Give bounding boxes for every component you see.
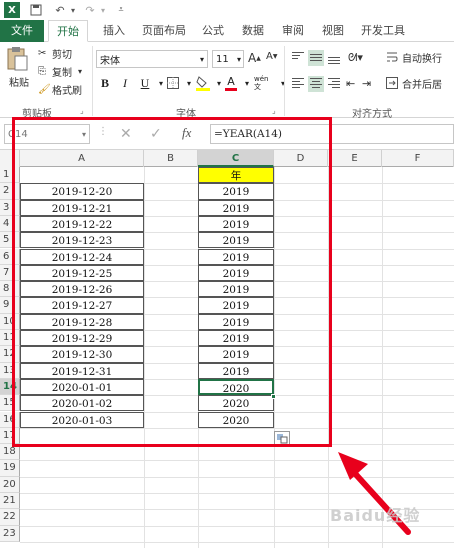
font-name-value: 宋体 bbox=[100, 55, 120, 67]
font-launcher-icon[interactable]: ⌟ bbox=[272, 106, 276, 115]
wrap-text-button[interactable]: 自动换行 bbox=[402, 50, 442, 65]
increase-font-icon[interactable]: A ▲ bbox=[248, 51, 261, 65]
watermark-text: Baidu经验 bbox=[330, 506, 421, 525]
tab-formulas[interactable]: 公式 bbox=[196, 20, 230, 42]
row-header[interactable]: 20 bbox=[0, 476, 20, 493]
italic-button[interactable]: I bbox=[116, 74, 134, 92]
gridline-horizontal bbox=[20, 541, 454, 543]
row-header[interactable]: 22 bbox=[0, 509, 20, 526]
format-painter-button[interactable]: 格式刷 bbox=[52, 82, 82, 97]
copy-dropdown-icon[interactable]: ▾ bbox=[78, 64, 82, 78]
ribbon-tabs: 文件 开始 插入 页面布局 公式 数据 审阅 视图 开发工具 bbox=[0, 20, 454, 42]
clipboard-launcher-icon[interactable]: ⌟ bbox=[80, 106, 84, 115]
excel-logo-icon: X bbox=[4, 2, 20, 18]
copy-button[interactable]: 复制 bbox=[52, 64, 72, 79]
cut-button[interactable]: 剪切 bbox=[52, 46, 72, 61]
tab-developer[interactable]: 开发工具 bbox=[356, 20, 410, 42]
tab-home[interactable]: 开始 bbox=[48, 20, 88, 42]
undo-icon[interactable]: ↶ bbox=[52, 2, 68, 18]
increase-indent-icon[interactable]: ⇥ bbox=[362, 77, 371, 90]
font-name-select[interactable]: 宋体 ▾ bbox=[96, 50, 208, 68]
align-bottom-icon[interactable] bbox=[326, 50, 342, 66]
column-header-f[interactable]: F bbox=[382, 150, 454, 167]
decrease-indent-icon[interactable]: ⇤ bbox=[346, 77, 355, 90]
ribbon: 粘贴 ✂ 剪切 ⎘ 复制 ▾ 🖌 格式刷 剪贴板 ⌟ 宋体 ▾ 11 ▾ A ▲ … bbox=[0, 42, 454, 120]
format-painter-icon: 🖌 bbox=[38, 83, 51, 95]
row-header[interactable]: 21 bbox=[0, 493, 20, 510]
column-header-e[interactable]: E bbox=[328, 150, 382, 167]
align-left-icon[interactable] bbox=[290, 76, 306, 92]
align-right-icon[interactable] bbox=[326, 76, 342, 92]
wrap-text-icon[interactable] bbox=[386, 50, 400, 64]
customize-toolbar-icon[interactable]: ⩡ bbox=[114, 2, 128, 18]
tab-file[interactable]: 文件 bbox=[0, 20, 44, 42]
font-size-select[interactable]: 11 ▾ bbox=[212, 50, 244, 68]
redo-dropdown-icon[interactable]: ▾ bbox=[98, 2, 108, 18]
tab-view[interactable]: 视图 bbox=[316, 20, 350, 42]
align-center-icon[interactable] bbox=[308, 76, 324, 92]
row-header[interactable]: 19 bbox=[0, 460, 20, 477]
title-bar: X ↶ ▾ ↷ ▾ ⩡ bbox=[0, 0, 454, 20]
paste-label[interactable]: 粘贴 bbox=[6, 74, 32, 89]
merge-center-icon[interactable] bbox=[386, 76, 400, 90]
row-header[interactable]: 23 bbox=[0, 525, 20, 542]
annotation-highlight-box bbox=[12, 117, 332, 447]
decrease-font-icon[interactable]: A ▼ bbox=[266, 51, 277, 62]
scissors-icon: ✂ bbox=[38, 47, 47, 59]
chevron-down-icon: ▾ bbox=[199, 54, 204, 64]
phonetic-button[interactable]: wén 文 bbox=[254, 74, 276, 92]
tab-page-layout[interactable]: 页面布局 bbox=[136, 20, 192, 42]
undo-dropdown-icon[interactable]: ▾ bbox=[68, 2, 78, 18]
orientation-icon[interactable]: ᘛ▾ bbox=[348, 51, 363, 65]
tab-data[interactable]: 数据 bbox=[236, 20, 270, 42]
align-middle-icon[interactable] bbox=[308, 50, 324, 66]
ribbon-separator bbox=[284, 46, 285, 116]
ribbon-separator bbox=[92, 46, 93, 116]
save-icon[interactable] bbox=[28, 2, 44, 18]
tab-insert[interactable]: 插入 bbox=[96, 20, 132, 42]
paste-icon[interactable] bbox=[6, 46, 32, 72]
redo-icon[interactable]: ↷ bbox=[82, 2, 98, 18]
merge-center-button[interactable]: 合并后居 bbox=[402, 76, 442, 91]
font-size-value: 11 bbox=[216, 53, 229, 65]
align-top-icon[interactable] bbox=[290, 50, 306, 66]
chevron-down-icon: ▾ bbox=[236, 54, 241, 64]
bold-button[interactable]: B bbox=[96, 74, 114, 92]
tab-review[interactable]: 审阅 bbox=[276, 20, 310, 42]
copy-icon: ⎘ bbox=[38, 65, 46, 77]
